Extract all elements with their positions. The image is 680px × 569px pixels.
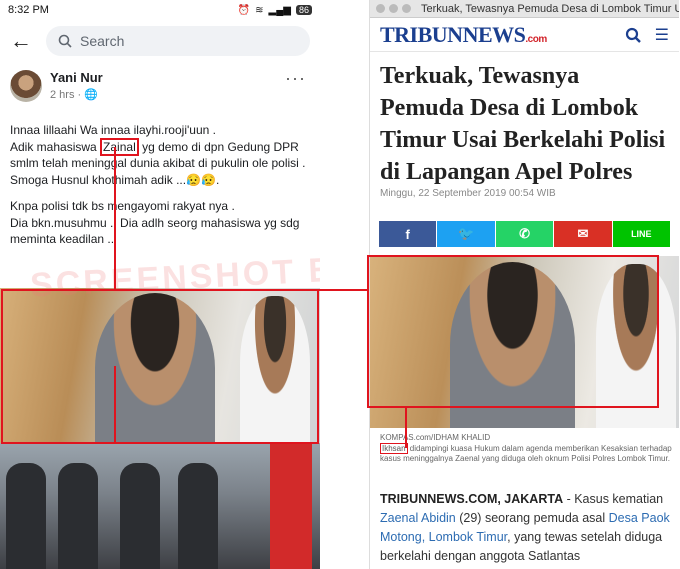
article-source: TRIBUNNEWS.COM, JAKARTA [380, 492, 564, 506]
search-placeholder: Search [80, 33, 125, 49]
hamburger-menu-icon[interactable]: ☰ [655, 25, 669, 45]
post-line: Knpa polisi tdk bs mengayomi rakyat nya … [10, 199, 235, 213]
globe-icon: 🌐 [84, 89, 98, 101]
status-time: 8:32 PM [8, 4, 49, 16]
search-icon[interactable] [625, 27, 641, 43]
article-date: Minggu, 22 September 2019 00:54 WIB [380, 188, 556, 199]
photo-caption: Ikhsan didampingi kuasa Hukum dalam agen… [380, 443, 672, 464]
post-line: smlm telah meninggal dunia akibat di puk… [10, 156, 306, 170]
caption-text: didampingi kuasa Hukum dalam agenda memb… [380, 444, 672, 463]
more-options-icon[interactable]: ··· [285, 68, 306, 89]
search-icon [58, 34, 72, 48]
phone-status-bar: 8:32 PM ⏰ ≋ ▂▄▆ 86 [0, 0, 320, 20]
author-name[interactable]: Yani Nur [50, 70, 103, 85]
photo-crowd-police [0, 443, 320, 569]
signal-icon: ▂▄▆ [268, 4, 291, 16]
post-line: Adik mahasiswa Zainal yg demo di dpn Ged… [10, 137, 310, 156]
post-line-part: yg demo di dpn Gedung DPR [138, 139, 299, 154]
logo-suffix: .com [525, 33, 547, 45]
post-time: 2 hrs · [50, 89, 85, 101]
facebook-share-icon[interactable]: f [379, 221, 437, 247]
body-text: (29) seorang pemuda asal [455, 511, 609, 525]
facebook-post-screenshot: 8:32 PM ⏰ ≋ ▂▄▆ 86 ← Search Yani Nur 2 h… [0, 0, 320, 569]
wifi-icon: ≋ [255, 4, 264, 16]
post-text: Innaa lillaahi Wa innaa ilayhi.rooji'uun… [0, 114, 320, 248]
photo-police [58, 463, 98, 569]
post-line: Dia bkn.musuhmu .. Dia adlh seorg mahasi… [10, 215, 300, 247]
header-icons: ☰ [625, 25, 669, 45]
article-headline: Terkuak, Tewasnya Pemuda Desa di Lombok … [380, 63, 666, 185]
share-bar: f 🐦 ✆ ✉ LINE [370, 221, 679, 247]
back-arrow-icon[interactable]: ← [10, 28, 32, 54]
highlight-frame-left [1, 289, 319, 444]
status-icons: ⏰ ≋ ▂▄▆ 86 [238, 5, 312, 16]
twitter-share-icon[interactable]: 🐦 [437, 221, 495, 247]
photo-police [120, 463, 160, 569]
post-meta: 2 hrs · 🌐 [50, 88, 103, 101]
post-header: Yani Nur 2 hrs · 🌐 ··· [0, 62, 320, 114]
post-line: Smoga Husnul khothimah adik ...😥😥. [10, 172, 220, 187]
highlighted-name-zainal: Zainal [100, 137, 139, 156]
body-text: - Kasus kematian [563, 492, 664, 506]
avatar[interactable] [10, 70, 42, 102]
site-header: TRIBUNNEWS.com ☰ [370, 18, 679, 52]
photo-credit: KOMPAS.com/IDHAM KHALID [380, 433, 491, 442]
search-input[interactable]: Search [46, 26, 310, 56]
highlight-frame-right [367, 255, 659, 408]
search-row: ← Search [0, 20, 320, 62]
article-body: TRIBUNNEWS.COM, JAKARTA - Kasus kematian… [380, 490, 674, 566]
link-zaenal-abidin[interactable]: Zaenal Abidin [380, 511, 456, 525]
battery-icon: 86 [295, 5, 312, 15]
connector-photo-down [114, 366, 116, 444]
highlighted-name-ikhsan: Ikhsan [380, 443, 408, 454]
logo-text: TRIBUNNEWS [380, 21, 526, 47]
post-line-part: Adik mahasiswa [10, 139, 101, 154]
window-title: Terkuak, Tewasnya Pemuda Desa di Lombok … [421, 2, 679, 15]
alarm-icon: ⏰ [237, 4, 251, 16]
email-share-icon[interactable]: ✉ [554, 221, 612, 247]
connector-photos [319, 289, 369, 291]
connector-ikhsan-to-photo [405, 408, 407, 448]
post-line: Innaa lillaahi Wa innaa ilayhi.rooji'uun… [10, 123, 216, 137]
window-maximize-icon[interactable] [402, 4, 411, 13]
tribunnews-logo[interactable]: TRIBUNNEWS.com [380, 22, 547, 48]
whatsapp-share-icon[interactable]: ✆ [495, 221, 554, 247]
window-close-icon[interactable] [376, 4, 385, 13]
connector-zainal-to-photo [114, 147, 116, 289]
photo-red-shirt-person [270, 443, 312, 569]
photo-police [178, 463, 218, 569]
browser-title-bar: Terkuak, Tewasnya Pemuda Desa di Lombok … [370, 0, 679, 18]
line-share-icon[interactable]: LINE [612, 221, 671, 247]
photo-police [6, 463, 46, 569]
window-minimize-icon[interactable] [389, 4, 398, 13]
